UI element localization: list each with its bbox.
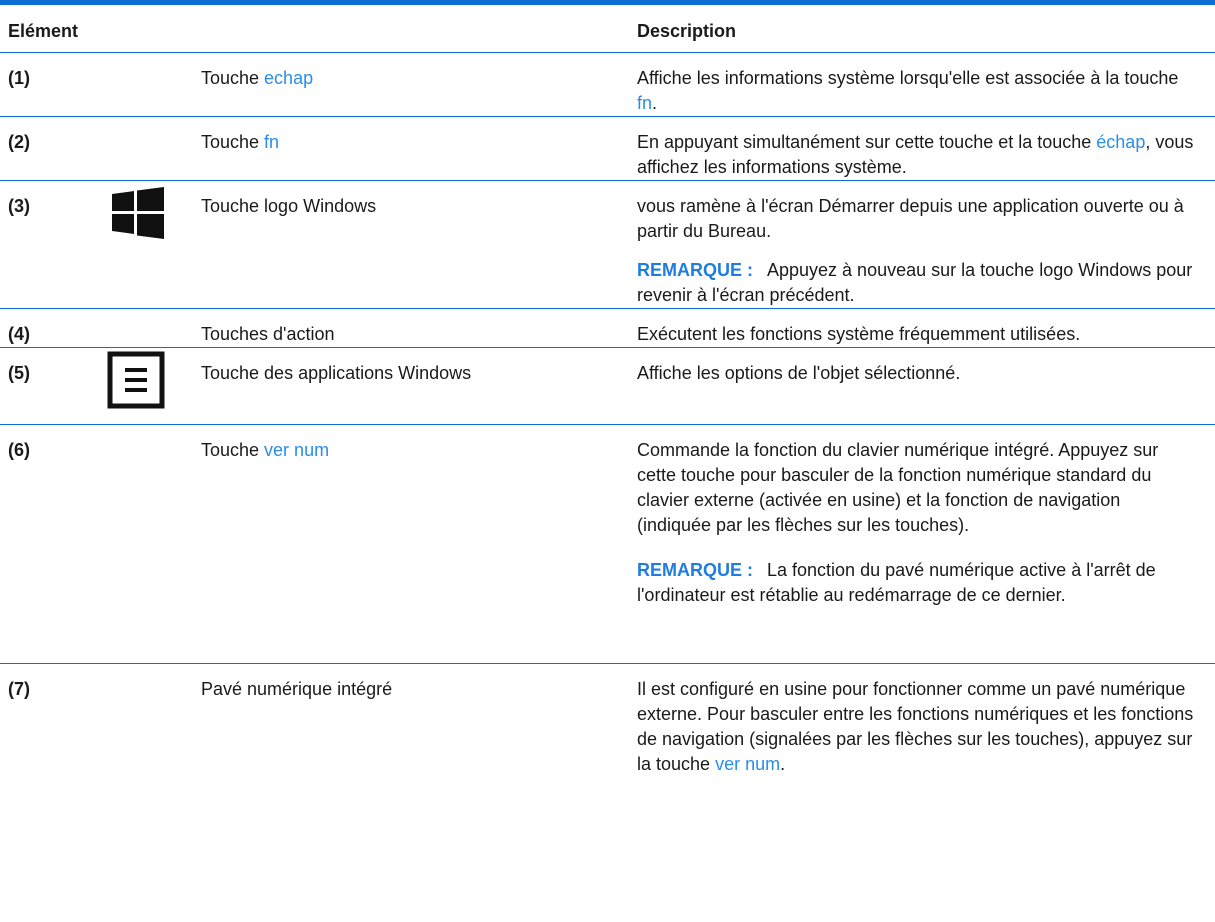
row-number: (7) — [8, 678, 30, 699]
windows-logo-icon — [112, 186, 164, 239]
table-row: (2) Touche fn En appuyant simultanément … — [0, 116, 1215, 180]
row-element-name: Touche echap — [201, 52, 637, 116]
applications-menu-icon — [107, 351, 165, 408]
description-text: Affiche les informations système lorsqu'… — [637, 67, 1179, 88]
key-link: fn — [637, 92, 653, 113]
row-element-name: Touche ver num — [201, 424, 637, 663]
element-name-text: Touche — [201, 131, 265, 152]
table-row: (4) Touches d'action Exécutent les fonct… — [0, 308, 1215, 347]
description-text: . — [652, 92, 658, 113]
table-row: (5) Touche des applications Windows Affi… — [0, 347, 1215, 424]
row-element-name: Touche des applications Windows — [201, 362, 472, 383]
row-description: vous ramène à l'écran Démarrer depuis un… — [637, 180, 1215, 308]
row-icon-cell — [90, 52, 201, 116]
row-description: En appuyant simultanément sur cette touc… — [637, 116, 1215, 180]
note: REMARQUE : Appuyez à nouveau sur la touch… — [637, 258, 1195, 308]
description-text: En appuyant simultanément sur cette touc… — [637, 131, 1097, 152]
row-description: Exécutent les fonctions système fréquemm… — [637, 323, 1081, 344]
key-link: ver num — [264, 439, 330, 460]
element-name-text: Touche — [201, 67, 265, 88]
key-link: échap — [1096, 131, 1146, 152]
note-label: REMARQUE : — [637, 259, 753, 280]
key-link: ver num — [715, 753, 781, 774]
row-description: Commande la fonction du clavier numériqu… — [637, 424, 1215, 663]
element-name-text: Touche — [201, 439, 265, 460]
key-link: echap — [264, 67, 314, 88]
row-number: (2) — [8, 131, 30, 152]
row-element-name: Touches d'action — [201, 323, 335, 344]
row-element-name: Pavé numérique intégré — [201, 678, 393, 699]
row-element-name: Touche fn — [201, 116, 637, 180]
note: REMARQUE : La fonction du pavé numérique … — [637, 558, 1195, 608]
spec-table: Elément Description (1) Touche echap Aff… — [0, 5, 1215, 831]
row-number: (4) — [8, 323, 30, 344]
row-number: (6) — [8, 439, 30, 460]
header-element: Elément — [8, 21, 79, 41]
row-icon-cell — [90, 180, 201, 308]
row-icon-cell — [90, 663, 201, 831]
table-row: (6) Touche ver num Commande la fonction … — [0, 424, 1215, 663]
key-link: fn — [264, 131, 280, 152]
row-number: (5) — [8, 362, 30, 383]
table-row: (7) Pavé numérique intégré Il est config… — [0, 663, 1215, 831]
table-header-row: Elément Description — [0, 5, 1215, 52]
row-icon-cell — [90, 424, 201, 663]
row-description: Affiche les informations système lorsqu'… — [637, 52, 1215, 116]
description-text: vous ramène à l'écran Démarrer depuis un… — [637, 195, 1184, 241]
row-number: (1) — [8, 67, 30, 88]
header-description: Description — [637, 21, 737, 41]
table-row: (3) Touche logo Windows vous ramène à l'… — [0, 180, 1215, 308]
row-icon-cell — [90, 347, 201, 424]
row-description: Affiche les options de l'objet sélection… — [637, 362, 961, 383]
row-icon-cell — [90, 308, 201, 347]
row-element-name: Touche logo Windows — [201, 195, 377, 216]
description-text: Commande la fonction du clavier numériqu… — [637, 439, 1159, 535]
row-icon-cell — [90, 116, 201, 180]
row-number: (3) — [8, 195, 30, 216]
table-row: (1) Touche echap Affiche les information… — [0, 52, 1215, 116]
row-description: Il est configuré en usine pour fonctionn… — [637, 663, 1215, 831]
description-text: . — [780, 753, 786, 774]
note-label: REMARQUE : — [637, 559, 753, 580]
